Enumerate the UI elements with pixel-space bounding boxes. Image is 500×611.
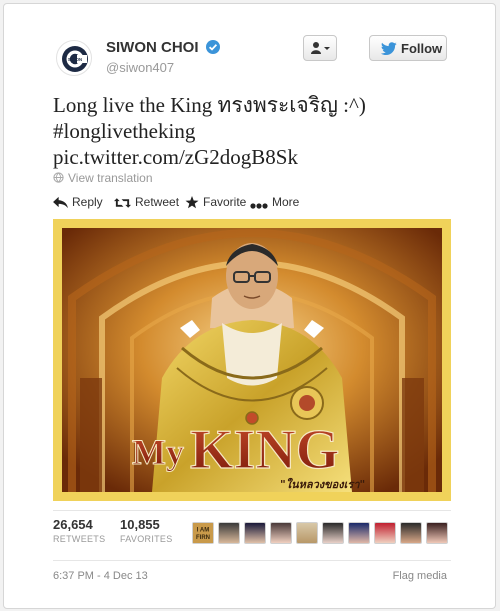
tweet-card: SIWON SIWON CHOI @siwon407 Follow Long l… bbox=[3, 3, 496, 609]
avatar[interactable] bbox=[348, 522, 370, 544]
person-dropdown-icon bbox=[311, 42, 330, 54]
retweets-stat[interactable]: 26,654 RETWEETS bbox=[53, 517, 105, 544]
media-link[interactable]: pic.twitter.com/zG2dogB8Sk bbox=[53, 144, 473, 170]
iamfirn-avatar-icon: I AM FIRN bbox=[193, 523, 213, 543]
view-translation[interactable]: View translation bbox=[53, 171, 153, 185]
hashtag-link[interactable]: #longlivetheking bbox=[53, 118, 473, 144]
favorites-stat[interactable]: 10,855 FAVORITES bbox=[120, 517, 173, 544]
avatar[interactable] bbox=[296, 522, 318, 544]
retweets-count: 26,654 bbox=[53, 517, 93, 532]
follow-label: Follow bbox=[401, 41, 443, 56]
flag-media-link[interactable]: Flag media bbox=[393, 570, 447, 582]
logo-text: SIWON bbox=[68, 57, 82, 62]
retweet-label: Retweet bbox=[135, 195, 180, 209]
media-image: My KING "ในหลวงของเรา" bbox=[62, 228, 442, 492]
king-portrait-image: My KING "ในหลวงของเรา" bbox=[62, 228, 442, 492]
tweet-media[interactable]: My KING "ในหลวงของเรา" bbox=[53, 219, 451, 501]
favorite-button[interactable]: Favorite bbox=[185, 195, 246, 209]
tweet-timestamp[interactable]: 6:37 PM - 4 Dec 13 bbox=[53, 570, 148, 582]
avatar-text-bottom: FIRN bbox=[196, 535, 210, 541]
avatar[interactable] bbox=[426, 522, 448, 544]
favorite-label: Favorite bbox=[203, 195, 247, 209]
follow-button[interactable]: Follow bbox=[369, 35, 447, 61]
verified-badge-icon bbox=[205, 40, 220, 54]
media-caption: "ในหลวงของเรา" bbox=[280, 477, 365, 491]
reply-button[interactable]: Reply bbox=[53, 195, 103, 209]
display-name[interactable]: SIWON CHOI bbox=[106, 39, 199, 56]
avatar-text-top: I AM bbox=[197, 528, 209, 534]
user-actions-button[interactable] bbox=[303, 35, 337, 61]
favorites-label: FAVORITES bbox=[120, 534, 173, 544]
circle-c-logo-icon: SIWON bbox=[62, 46, 88, 72]
avatar[interactable] bbox=[400, 522, 422, 544]
avatar[interactable] bbox=[374, 522, 396, 544]
favorites-count: 10,855 bbox=[120, 517, 160, 532]
media-title-king: KING bbox=[190, 419, 339, 481]
avatar[interactable] bbox=[244, 522, 266, 544]
twitter-bird-icon bbox=[380, 42, 397, 56]
avatar[interactable] bbox=[270, 522, 292, 544]
more-dots-icon bbox=[250, 203, 268, 209]
more-label: More bbox=[272, 195, 300, 209]
media-title-my: My bbox=[132, 432, 184, 472]
user-handle[interactable]: @siwon407 bbox=[106, 60, 174, 75]
divider-top bbox=[53, 510, 451, 511]
retweet-button[interactable]: Retweet bbox=[114, 195, 179, 209]
view-translation-label: View translation bbox=[68, 171, 153, 185]
globe-icon bbox=[53, 172, 64, 183]
more-button[interactable]: More bbox=[250, 195, 299, 209]
avatar[interactable] bbox=[218, 522, 240, 544]
retweets-label: RETWEETS bbox=[53, 534, 106, 544]
reply-label: Reply bbox=[72, 195, 103, 209]
star-icon bbox=[185, 196, 199, 209]
tweet-text: Long live the King ทรงพระเจริญ :^) #long… bbox=[53, 92, 473, 170]
profile-avatar[interactable]: SIWON bbox=[56, 40, 92, 76]
avatar[interactable]: I AM FIRN bbox=[192, 522, 214, 544]
retweet-icon bbox=[114, 198, 131, 208]
divider-bottom bbox=[53, 560, 451, 561]
reply-arrow-icon bbox=[53, 196, 68, 209]
avatar[interactable] bbox=[322, 522, 344, 544]
tweet-line-1: Long live the King ทรงพระเจริญ :^) bbox=[53, 93, 366, 117]
